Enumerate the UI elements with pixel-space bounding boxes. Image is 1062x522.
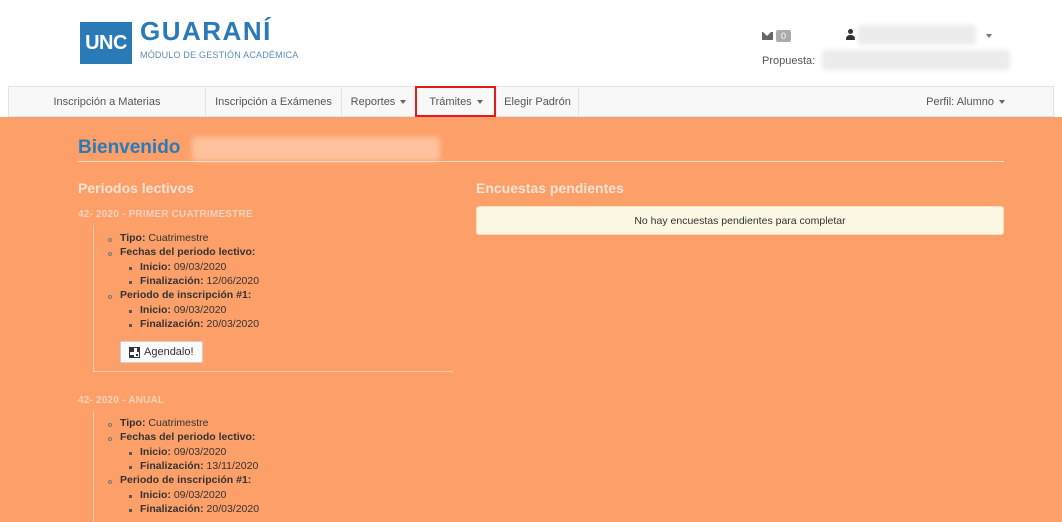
- logo-subtitle: MÓDULO DE GESTIÓN ACADÉMICA: [140, 50, 299, 60]
- inscripcion-inicio: Inicio: 09/03/2020: [140, 489, 227, 501]
- chevron-down-icon: [999, 99, 1005, 104]
- nav-label: Elegir Padrón: [504, 95, 571, 108]
- period-inscripcion-label: Periodo de inscripción #1:: [120, 289, 252, 301]
- bullet-icon: [129, 452, 132, 455]
- bullet-icon: [129, 509, 132, 512]
- header-user-area: 0 Propuesta:: [762, 25, 1022, 71]
- perfil-dropdown[interactable]: Perfil: Alumno: [926, 87, 1005, 116]
- user-menu-chevron-down-icon[interactable]: [986, 34, 992, 38]
- bullet-icon: [108, 480, 112, 484]
- nav-item-reportes[interactable]: Reportes: [342, 87, 416, 116]
- nav-item-inscripcion-examenes[interactable]: Inscripción a Exámenes: [206, 87, 342, 116]
- tramites-highlight-box: [415, 86, 496, 117]
- inscripcion-inicio: Inicio: 09/03/2020: [140, 304, 227, 316]
- nav-label: Inscripción a Materias: [53, 95, 161, 108]
- messages-button[interactable]: 0: [762, 29, 792, 43]
- period-fechas-label: Fechas del periodo lectivo:: [120, 431, 256, 443]
- bullet-icon: [108, 238, 112, 242]
- chevron-down-icon: [400, 99, 407, 104]
- period-fechas-label: Fechas del periodo lectivo:: [120, 246, 256, 258]
- bullet-icon: [108, 252, 112, 256]
- bullet-icon: [129, 495, 132, 498]
- period-finalizacion: Finalización: 12/06/2020: [140, 275, 260, 287]
- bullet-icon: [129, 281, 132, 284]
- period-finalizacion: Finalización: 13/11/2020: [140, 460, 259, 472]
- main-navbar: Inscripción a Materias Inscripción a Exá…: [8, 86, 1054, 117]
- app-header: UNC GUARANÍ MÓDULO DE GESTIÓN ACADÉMICA …: [0, 0, 1062, 86]
- nav-label: Inscripción a Exámenes: [215, 95, 332, 108]
- perfil-label: Perfil: Alumno: [926, 95, 994, 108]
- qr-code-icon: [129, 346, 140, 358]
- period-inicio: Inicio: 09/03/2020: [140, 261, 227, 273]
- user-icon: [846, 29, 855, 41]
- propuesta-select-redacted[interactable]: [822, 50, 1010, 70]
- periodos-section-title: Periodos lectivos: [78, 180, 194, 196]
- student-name-redacted: [192, 137, 440, 161]
- envelope-icon: [762, 32, 773, 40]
- bullet-icon: [108, 423, 112, 427]
- nav-item-elegir-padron[interactable]: Elegir Padrón: [497, 87, 579, 116]
- main-content: Bienvenido Periodos lectivos 42- 2020 - …: [0, 117, 1062, 522]
- unc-logo-badge: UNC: [80, 22, 132, 64]
- period-inscripcion-label: Periodo de inscripción #1:: [120, 474, 252, 486]
- user-name-redacted[interactable]: [858, 25, 976, 45]
- nav-label: Reportes: [350, 95, 396, 108]
- messages-count-badge: 0: [776, 30, 792, 42]
- inscripcion-finalizacion: Finalización: 20/03/2020: [140, 503, 260, 515]
- period-title: 42- 2020 - ANUAL: [78, 395, 165, 406]
- propuesta-label: Propuesta:: [762, 55, 816, 67]
- period-title: 42- 2020 - PRIMER CUATRIMESTRE: [78, 209, 253, 220]
- period-inicio: Inicio: 09/03/2020: [140, 446, 227, 458]
- nav-item-inscripcion-materias[interactable]: Inscripción a Materias: [9, 87, 206, 116]
- bullet-icon: [108, 295, 112, 299]
- bullet-icon: [129, 310, 132, 313]
- divider: [78, 161, 1004, 162]
- bullet-icon: [129, 324, 132, 327]
- encuestas-section-title: Encuestas pendientes: [476, 180, 624, 196]
- agendalo-label: Agendalo!: [144, 346, 194, 358]
- period-tipo: Tipo: Cuatrimestre: [120, 232, 209, 244]
- bullet-icon: [129, 267, 132, 270]
- agendalo-button[interactable]: Agendalo!: [120, 341, 203, 363]
- encuestas-empty-alert: No hay encuestas pendientes para complet…: [476, 206, 1004, 235]
- logo-title: GUARANÍ: [140, 16, 272, 46]
- bullet-icon: [129, 466, 132, 469]
- period-tipo: Tipo: Cuatrimestre: [120, 417, 209, 429]
- bullet-icon: [108, 437, 112, 441]
- welcome-title: Bienvenido: [78, 137, 181, 158]
- inscripcion-finalizacion: Finalización: 20/03/2020: [140, 318, 260, 330]
